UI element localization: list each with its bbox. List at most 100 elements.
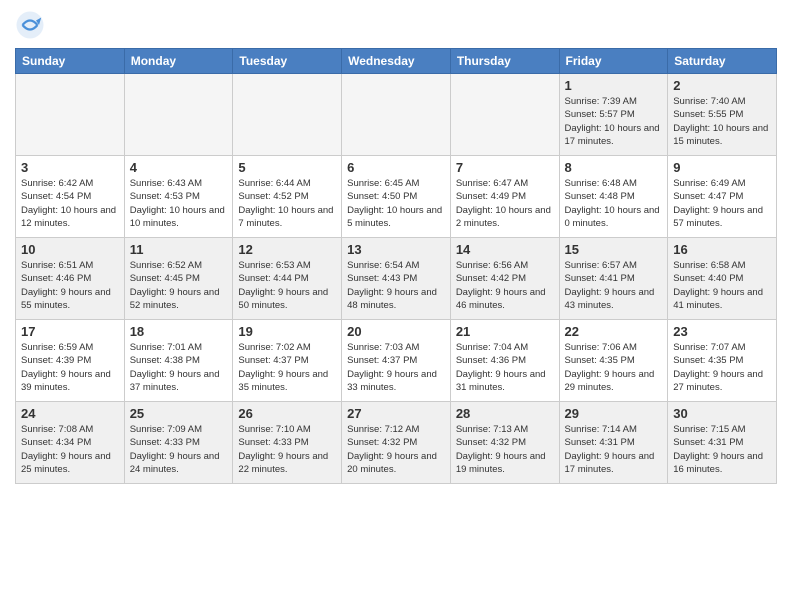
day-info: Sunrise: 7:10 AM Sunset: 4:33 PM Dayligh… bbox=[238, 423, 336, 476]
calendar-cell bbox=[233, 74, 342, 156]
calendar-cell bbox=[342, 74, 451, 156]
day-number: 4 bbox=[130, 160, 228, 175]
calendar-cell: 21 Sunrise: 7:04 AM Sunset: 4:36 PM Dayli… bbox=[450, 320, 559, 402]
weekday-header-sunday: Sunday bbox=[16, 49, 125, 74]
day-number: 30 bbox=[673, 406, 771, 421]
calendar-cell: 20Sunrise: 7:03 AM Sunset: 4:37 PM Dayli… bbox=[342, 320, 451, 402]
calendar-cell: 18Sunrise: 7:01 AM Sunset: 4:38 PM Dayli… bbox=[124, 320, 233, 402]
day-info: Sunrise: 7:13 AM Sunset: 4:32 PM Dayligh… bbox=[456, 423, 554, 476]
calendar-cell: 4 Sunrise: 6:43 AM Sunset: 4:53 PM Daylig… bbox=[124, 156, 233, 238]
day-info: Sunrise: 6:49 AM Sunset: 4:47 PM Dayligh… bbox=[673, 177, 771, 230]
calendar-cell: 29 Sunrise: 7:14 AM Sunset: 4:31 PM Dayli… bbox=[559, 402, 668, 484]
day-info: Sunrise: 6:43 AM Sunset: 4:53 PM Dayligh… bbox=[130, 177, 228, 230]
calendar-cell: 15 Sunrise: 6:57 AM Sunset: 4:41 PM Dayli… bbox=[559, 238, 668, 320]
calendar-cell bbox=[16, 74, 125, 156]
calendar-week-3: 17 Sunrise: 6:59 AM Sunset: 4:39 PM Dayli… bbox=[16, 320, 777, 402]
calendar-cell: 27Sunrise: 7:12 AM Sunset: 4:32 PM Dayli… bbox=[342, 402, 451, 484]
calendar-cell: 1Sunrise: 7:39 AM Sunset: 5:57 PM Daylig… bbox=[559, 74, 668, 156]
calendar-cell: 11 Sunrise: 6:52 AM Sunset: 4:45 PM Dayli… bbox=[124, 238, 233, 320]
calendar-cell: 17 Sunrise: 6:59 AM Sunset: 4:39 PM Dayli… bbox=[16, 320, 125, 402]
weekday-header-saturday: Saturday bbox=[668, 49, 777, 74]
calendar-cell: 26 Sunrise: 7:10 AM Sunset: 4:33 PM Dayli… bbox=[233, 402, 342, 484]
day-info: Sunrise: 7:08 AM Sunset: 4:34 PM Dayligh… bbox=[21, 423, 119, 476]
calendar-cell: 10Sunrise: 6:51 AM Sunset: 4:46 PM Dayli… bbox=[16, 238, 125, 320]
weekday-header-monday: Monday bbox=[124, 49, 233, 74]
calendar-cell: 28 Sunrise: 7:13 AM Sunset: 4:32 PM Dayli… bbox=[450, 402, 559, 484]
calendar-cell: 12 Sunrise: 6:53 AM Sunset: 4:44 PM Dayli… bbox=[233, 238, 342, 320]
weekday-header-row: SundayMondayTuesdayWednesdayThursdayFrid… bbox=[16, 49, 777, 74]
day-number: 22 bbox=[565, 324, 663, 339]
day-number: 6 bbox=[347, 160, 445, 175]
day-number: 25 bbox=[130, 406, 228, 421]
day-number: 13 bbox=[347, 242, 445, 257]
weekday-header-tuesday: Tuesday bbox=[233, 49, 342, 74]
day-info: Sunrise: 6:56 AM Sunset: 4:42 PM Dayligh… bbox=[456, 259, 554, 312]
day-info: Sunrise: 6:52 AM Sunset: 4:45 PM Dayligh… bbox=[130, 259, 228, 312]
day-info: Sunrise: 7:02 AM Sunset: 4:37 PM Dayligh… bbox=[238, 341, 336, 394]
day-number: 24 bbox=[21, 406, 119, 421]
day-info: Sunrise: 7:09 AM Sunset: 4:33 PM Dayligh… bbox=[130, 423, 228, 476]
calendar-cell bbox=[450, 74, 559, 156]
day-number: 7 bbox=[456, 160, 554, 175]
calendar-cell: 19 Sunrise: 7:02 AM Sunset: 4:37 PM Dayli… bbox=[233, 320, 342, 402]
logo bbox=[15, 10, 49, 40]
day-info: Sunrise: 6:54 AM Sunset: 4:43 PM Dayligh… bbox=[347, 259, 445, 312]
day-number: 15 bbox=[565, 242, 663, 257]
day-number: 12 bbox=[238, 242, 336, 257]
day-number: 16 bbox=[673, 242, 771, 257]
calendar-cell: 30 Sunrise: 7:15 AM Sunset: 4:31 PM Dayli… bbox=[668, 402, 777, 484]
calendar-cell: 16Sunrise: 6:58 AM Sunset: 4:40 PM Dayli… bbox=[668, 238, 777, 320]
day-info: Sunrise: 7:07 AM Sunset: 4:35 PM Dayligh… bbox=[673, 341, 771, 394]
calendar-cell: 3 Sunrise: 6:42 AM Sunset: 4:54 PM Daylig… bbox=[16, 156, 125, 238]
day-number: 3 bbox=[21, 160, 119, 175]
calendar-table: SundayMondayTuesdayWednesdayThursdayFrid… bbox=[15, 48, 777, 484]
day-info: Sunrise: 6:48 AM Sunset: 4:48 PM Dayligh… bbox=[565, 177, 663, 230]
day-number: 28 bbox=[456, 406, 554, 421]
day-number: 29 bbox=[565, 406, 663, 421]
day-info: Sunrise: 7:06 AM Sunset: 4:35 PM Dayligh… bbox=[565, 341, 663, 394]
day-number: 14 bbox=[456, 242, 554, 257]
day-number: 23 bbox=[673, 324, 771, 339]
day-info: Sunrise: 7:14 AM Sunset: 4:31 PM Dayligh… bbox=[565, 423, 663, 476]
header bbox=[15, 10, 777, 40]
day-info: Sunrise: 6:45 AM Sunset: 4:50 PM Dayligh… bbox=[347, 177, 445, 230]
calendar-cell: 7 Sunrise: 6:47 AM Sunset: 4:49 PM Daylig… bbox=[450, 156, 559, 238]
day-number: 10 bbox=[21, 242, 119, 257]
day-info: Sunrise: 6:59 AM Sunset: 4:39 PM Dayligh… bbox=[21, 341, 119, 394]
day-number: 8 bbox=[565, 160, 663, 175]
weekday-header-wednesday: Wednesday bbox=[342, 49, 451, 74]
calendar-cell: 14 Sunrise: 6:56 AM Sunset: 4:42 PM Dayli… bbox=[450, 238, 559, 320]
calendar-cell: 25 Sunrise: 7:09 AM Sunset: 4:33 PM Dayli… bbox=[124, 402, 233, 484]
day-info: Sunrise: 6:47 AM Sunset: 4:49 PM Dayligh… bbox=[456, 177, 554, 230]
day-number: 26 bbox=[238, 406, 336, 421]
calendar-cell: 9 Sunrise: 6:49 AM Sunset: 4:47 PM Daylig… bbox=[668, 156, 777, 238]
day-info: Sunrise: 6:57 AM Sunset: 4:41 PM Dayligh… bbox=[565, 259, 663, 312]
calendar-cell: 24 Sunrise: 7:08 AM Sunset: 4:34 PM Dayli… bbox=[16, 402, 125, 484]
day-info: Sunrise: 6:44 AM Sunset: 4:52 PM Dayligh… bbox=[238, 177, 336, 230]
calendar-cell: 23 Sunrise: 7:07 AM Sunset: 4:35 PM Dayli… bbox=[668, 320, 777, 402]
calendar-week-2: 10Sunrise: 6:51 AM Sunset: 4:46 PM Dayli… bbox=[16, 238, 777, 320]
day-number: 17 bbox=[21, 324, 119, 339]
day-number: 1 bbox=[565, 78, 663, 93]
weekday-header-friday: Friday bbox=[559, 49, 668, 74]
calendar-cell: 2Sunrise: 7:40 AM Sunset: 5:55 PM Daylig… bbox=[668, 74, 777, 156]
day-number: 19 bbox=[238, 324, 336, 339]
page: SundayMondayTuesdayWednesdayThursdayFrid… bbox=[0, 0, 792, 612]
calendar-cell: 6 Sunrise: 6:45 AM Sunset: 4:50 PM Daylig… bbox=[342, 156, 451, 238]
day-number: 5 bbox=[238, 160, 336, 175]
day-info: Sunrise: 7:15 AM Sunset: 4:31 PM Dayligh… bbox=[673, 423, 771, 476]
day-info: Sunrise: 6:53 AM Sunset: 4:44 PM Dayligh… bbox=[238, 259, 336, 312]
day-info: Sunrise: 6:42 AM Sunset: 4:54 PM Dayligh… bbox=[21, 177, 119, 230]
calendar-cell: 5 Sunrise: 6:44 AM Sunset: 4:52 PM Daylig… bbox=[233, 156, 342, 238]
logo-icon bbox=[15, 10, 45, 40]
day-info: Sunrise: 7:04 AM Sunset: 4:36 PM Dayligh… bbox=[456, 341, 554, 394]
calendar-cell: 22 Sunrise: 7:06 AM Sunset: 4:35 PM Dayli… bbox=[559, 320, 668, 402]
day-number: 21 bbox=[456, 324, 554, 339]
day-info: Sunrise: 7:40 AM Sunset: 5:55 PM Dayligh… bbox=[673, 95, 771, 148]
calendar-cell: 13 Sunrise: 6:54 AM Sunset: 4:43 PM Dayli… bbox=[342, 238, 451, 320]
day-number: 9 bbox=[673, 160, 771, 175]
calendar-week-1: 3 Sunrise: 6:42 AM Sunset: 4:54 PM Daylig… bbox=[16, 156, 777, 238]
day-number: 11 bbox=[130, 242, 228, 257]
calendar-week-4: 24 Sunrise: 7:08 AM Sunset: 4:34 PM Dayli… bbox=[16, 402, 777, 484]
calendar-week-0: 1Sunrise: 7:39 AM Sunset: 5:57 PM Daylig… bbox=[16, 74, 777, 156]
